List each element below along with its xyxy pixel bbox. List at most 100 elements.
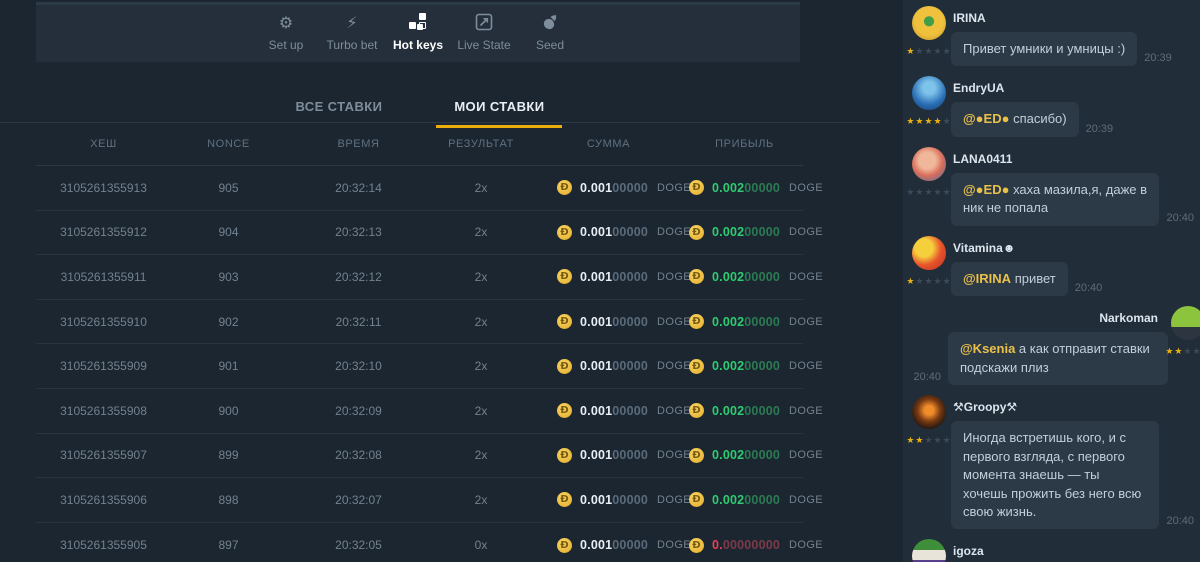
profit-cell: Đ0.00200000DOGE (686, 492, 803, 507)
chat-avatar-column: ★★★★★ (907, 234, 951, 296)
doge-coin-icon: Đ (557, 269, 572, 284)
chat-message: ★★★★★⚒Groopy⚒Иногда встретишь кого, и с … (907, 393, 1200, 529)
amount-main: 0.001 (580, 493, 612, 507)
amount-value: 0.00100000 (580, 538, 648, 552)
doge-coin-icon: Đ (689, 359, 704, 374)
avatar[interactable] (1171, 306, 1200, 340)
chat-username[interactable]: igoza (953, 544, 1194, 558)
chat-username[interactable]: LANA0411 (953, 152, 1194, 166)
profit-cell: Đ0.00200000DOGE (686, 314, 803, 329)
amount-trailing-zeros: 00000 (612, 181, 648, 195)
chat-username[interactable]: IRINA (953, 11, 1194, 25)
toolbar-item-label: Set up (269, 38, 304, 52)
bets-table: ХЕШ NONCE ВРЕМЯ РЕЗУЛЬТАТ СУММА ПРИБЫЛЬ … (36, 123, 803, 562)
user-rating-stars: ★★★★★ (906, 117, 951, 127)
amount-value: 0.00100000 (580, 448, 648, 462)
chat-message-body: IRINAПривет умники и умницы :)20:39 (951, 4, 1200, 66)
star-icon: ★ (934, 188, 943, 198)
avatar[interactable] (912, 539, 946, 562)
time-cell: 20:32:05 (286, 538, 431, 552)
star-icon: ★ (1183, 347, 1192, 357)
toolbar-item-live-state[interactable]: Live State (451, 12, 517, 52)
user-mention[interactable]: @Ksenia (960, 341, 1015, 356)
message-timestamp: 20:40 (1075, 282, 1103, 296)
chat-message: ★★★★★Narkoman@Ksenia а как отправит став… (907, 304, 1200, 385)
message-text: спасибо) (1009, 111, 1066, 126)
profit-cell: Đ0.00200000DOGE (686, 448, 803, 463)
user-rating-stars: ★★★★★ (906, 47, 951, 57)
chat-message-body: Vitamina☻ @IRINA привет 20:40 (951, 234, 1200, 296)
amount-trailing-zeros: 00000 (744, 181, 780, 195)
toolbar-item-seed[interactable]: Seed (517, 12, 583, 52)
toolbar-item-hot-keys[interactable]: Hot keys (385, 12, 451, 52)
table-row[interactable]: 310526135590789920:32:082xĐ0.00100000DOG… (36, 434, 803, 479)
amount-trailing-zeros: 00000 (744, 404, 780, 418)
chat-username[interactable]: Vitamina☻ (953, 241, 1194, 255)
star-icon: ★ (934, 436, 943, 446)
hash-cell: 3105261355907 (36, 448, 171, 462)
amount-value: 0.00200000 (712, 270, 780, 284)
live-state-icon (475, 12, 493, 32)
table-row[interactable]: 310526135591390520:32:142xĐ0.00100000DOG… (36, 166, 803, 211)
amount-trailing-zeros: 00000 (612, 359, 648, 373)
amount-value: 0.00200000 (712, 493, 780, 507)
toolbar-item-set-up[interactable]: ⚙ Set up (253, 12, 319, 52)
user-rating-stars: ★★★★★ (906, 188, 951, 198)
table-row[interactable]: 310526135591190320:32:122xĐ0.00100000DOG… (36, 255, 803, 300)
table-row[interactable]: 310526135590589720:32:050xĐ0.00100000DOG… (36, 523, 803, 562)
amount-main: 0.002 (712, 270, 744, 284)
profit-cell: Đ0.00200000DOGE (686, 403, 803, 418)
chat-username[interactable]: Narkoman (913, 311, 1158, 325)
message-text: Иногда встретишь кого, и с первого взгля… (963, 430, 1141, 519)
hash-cell: 3105261355912 (36, 225, 171, 239)
amount-main: 0.002 (712, 404, 744, 418)
doge-coin-icon: Đ (557, 359, 572, 374)
chat-panel[interactable]: ★★★★★IRINAПривет умники и умницы :)20:39… (903, 0, 1200, 562)
table-row[interactable]: 310526135591090220:32:112xĐ0.00100000DOG… (36, 300, 803, 345)
table-row[interactable]: 310526135590890020:32:092xĐ0.00100000DOG… (36, 389, 803, 434)
avatar[interactable] (912, 147, 946, 181)
table-row[interactable]: 310526135590990120:32:102xĐ0.00100000DOG… (36, 344, 803, 389)
sum-cell: Đ0.00100000DOGE (531, 225, 686, 240)
column-header-sum: СУММА (531, 138, 686, 150)
avatar[interactable] (912, 236, 946, 270)
amount-trailing-zeros: 00000 (744, 448, 780, 462)
amount-value: 0.00200000 (712, 225, 780, 239)
result-cell: 2x (431, 404, 531, 418)
amount-value: 0.00100000 (580, 225, 648, 239)
user-mention[interactable]: @●ED● (963, 111, 1009, 126)
chat-username[interactable]: ⚒Groopy⚒ (953, 400, 1194, 414)
avatar[interactable] (912, 395, 946, 429)
hash-cell: 3105261355906 (36, 493, 171, 507)
amount-trailing-zeros: 00000 (744, 225, 780, 239)
chat-username[interactable]: EndryUA (953, 81, 1194, 95)
star-icon: ★ (934, 277, 943, 287)
avatar[interactable] (912, 76, 946, 110)
doge-coin-icon: Đ (557, 180, 572, 195)
nonce-cell: 898 (171, 493, 286, 507)
time-cell: 20:32:07 (286, 493, 431, 507)
amount-main: 0.001 (580, 225, 612, 239)
gear-icon: ⚙ (279, 12, 293, 32)
table-row[interactable]: 310526135591290420:32:132xĐ0.00100000DOG… (36, 211, 803, 256)
avatar[interactable] (912, 6, 946, 40)
currency-label: DOGE (789, 539, 823, 551)
hash-cell: 3105261355913 (36, 181, 171, 195)
chat-bubble: @IRINA привет (951, 262, 1068, 296)
user-mention[interactable]: @IRINA (963, 271, 1011, 286)
toolbar-item-turbo-bet[interactable]: ⚡ Turbo bet (319, 12, 385, 52)
star-icon: ★ (924, 47, 933, 57)
time-cell: 20:32:12 (286, 270, 431, 284)
settings-toolbar: ⚙ Set up ⚡ Turbo bet Hot keys (36, 2, 800, 62)
amount-main: 0.002 (712, 181, 744, 195)
chat-bubble-row: @●ED● хаха мазила,я, даже в ник не попал… (951, 173, 1194, 226)
amount-main: 0.001 (580, 270, 612, 284)
user-mention[interactable]: @●ED● (963, 182, 1009, 197)
profit-cell: Đ0.00200000DOGE (686, 359, 803, 374)
table-row[interactable]: 310526135590689820:32:072xĐ0.00100000DOG… (36, 478, 803, 523)
result-cell: 2x (431, 359, 531, 373)
chat-message-body: LANA0411 @●ED● хаха мазила,я, даже в ник … (951, 145, 1200, 226)
amount-trailing-zeros: 00000 (612, 493, 648, 507)
amount-main: 0.001 (580, 404, 612, 418)
amount-value: 0.00100000 (580, 181, 648, 195)
